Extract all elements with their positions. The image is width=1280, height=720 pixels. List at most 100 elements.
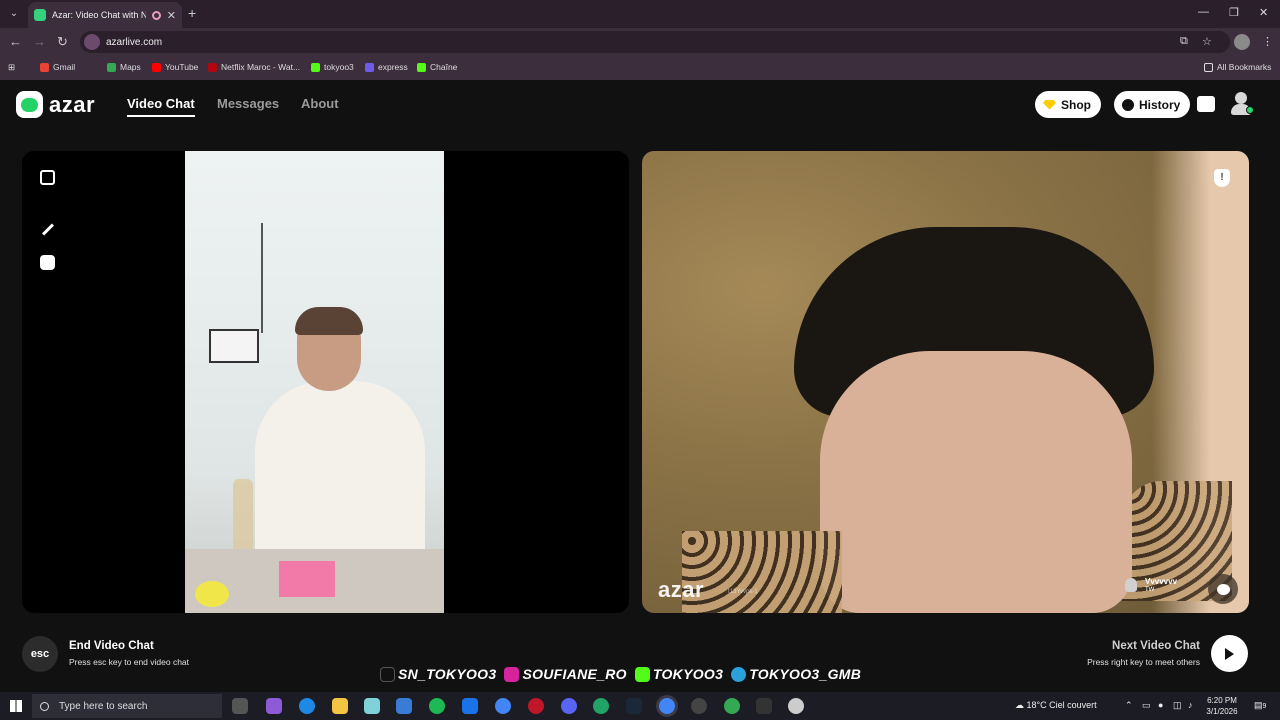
bookmark-tokyoo3[interactable]: tokyoo3 (311, 62, 354, 72)
end-video-chat-hint: Press esc key to end video chat (69, 657, 190, 667)
nav-messages[interactable]: Messages (217, 96, 279, 111)
chrome-active-icon[interactable] (659, 698, 675, 714)
discord-icon[interactable] (561, 698, 577, 714)
azar-logo[interactable]: azar (16, 91, 95, 118)
windows-start-icon[interactable] (10, 700, 22, 712)
bookmark-label: Chaîne (430, 62, 458, 72)
copilot-icon[interactable] (266, 698, 282, 714)
close-window-button[interactable]: ✕ (1259, 6, 1268, 19)
azar-favicon-icon (34, 9, 46, 21)
taskbar-search-field[interactable]: Type here to search (32, 694, 222, 718)
report-shield-icon[interactable]: ! (1214, 169, 1230, 187)
notification-center-icon[interactable]: ▤9 (1254, 700, 1266, 711)
spotify-icon[interactable] (429, 698, 445, 714)
time-text: 6:20 PM (1207, 696, 1237, 705)
restore-button[interactable]: ❐ (1229, 6, 1239, 19)
new-tab-button[interactable]: + (188, 5, 196, 21)
task-view-icon[interactable] (232, 698, 248, 714)
recording-icon (151, 10, 161, 20)
express-icon (365, 62, 374, 72)
kick-handle: TOKYOO3 (634, 666, 724, 682)
chat-button[interactable] (1208, 574, 1238, 604)
peer-profile-tag[interactable]: Vvvvvvv TW (1125, 577, 1177, 593)
watermark-id: t13Yvvpk-1 (728, 589, 758, 595)
minimize-video-icon[interactable] (40, 170, 55, 185)
app-green-icon[interactable] (593, 698, 609, 714)
bookmark-label: express (378, 62, 408, 72)
gem-icon (1043, 99, 1056, 110)
handle-text: TOKYOO3 (652, 666, 724, 682)
bookmark-gmail[interactable]: Gmail (40, 62, 75, 72)
minimize-button[interactable]: — (1198, 6, 1209, 18)
weather-widget[interactable]: ☁ 18°C Ciel couvert (1015, 700, 1097, 711)
next-video-chat-hint: Press right key to meet others (1087, 657, 1200, 667)
shop-button[interactable]: Shop (1035, 91, 1101, 118)
chrome-profile-icon[interactable] (724, 698, 740, 714)
browser-tab[interactable]: Azar: Video Chat with New ✕ (28, 2, 182, 28)
end-video-chat-title: End Video Chat (69, 640, 154, 652)
install-app-icon[interactable]: ⧉ (1180, 35, 1188, 48)
store-app-icon[interactable] (396, 698, 412, 714)
browser-profile-avatar[interactable] (1234, 34, 1250, 50)
browser-menu-icon[interactable]: ⋮ (1262, 35, 1273, 48)
site-info-icon[interactable] (84, 34, 100, 50)
instagram-handle: SOUFIANE_RO (504, 666, 627, 682)
nav-about[interactable]: About (301, 96, 339, 111)
azar-watermark: azar (658, 577, 705, 602)
profile-avatar-icon[interactable] (1230, 92, 1254, 116)
chat-bubble-icon (1216, 583, 1230, 595)
app-dark-icon[interactable] (756, 698, 772, 714)
file-explorer-icon[interactable] (332, 698, 348, 714)
chrome-icon[interactable] (495, 698, 511, 714)
app-red-icon[interactable] (528, 698, 544, 714)
store-icon[interactable] (1197, 96, 1215, 112)
obs-icon[interactable] (691, 698, 707, 714)
app-icon[interactable] (364, 698, 380, 714)
tray-chevron-icon[interactable]: ⌃ (1125, 700, 1133, 711)
forward-button[interactable]: → (33, 34, 46, 49)
bookmark-label: Netflix Maroc - Wat... (221, 62, 301, 72)
maps-icon (107, 62, 116, 72)
tab-search-icon[interactable]: ⌄ (6, 6, 22, 22)
handle-text: TOKYOO3_GMB (749, 666, 862, 682)
bookmark-youtube[interactable]: YouTube (152, 62, 198, 72)
bookmark-maps[interactable]: Maps (107, 62, 141, 72)
all-bookmarks[interactable]: All Bookmarks (1204, 62, 1271, 72)
handle-text: SOUFIANE_RO (522, 666, 627, 682)
magic-wand-effects-icon[interactable] (40, 222, 55, 237)
steam-icon[interactable] (626, 698, 642, 714)
bookmark-netflix[interactable]: Netflix Maroc - Wat... (208, 62, 300, 72)
next-chat-button[interactable] (1211, 635, 1248, 672)
youtube-icon (152, 62, 161, 72)
edge-icon[interactable] (299, 698, 315, 714)
back-button[interactable]: ← (9, 34, 22, 49)
microphone-icon[interactable]: ● (1158, 700, 1163, 710)
bookmark-star-icon[interactable]: ☆ (1202, 35, 1212, 48)
app-light-icon[interactable] (788, 698, 804, 714)
bookmark-chaine[interactable]: Chaîne (417, 62, 457, 72)
azar-page: azar Video Chat Messages About Shop Hist… (0, 80, 1280, 692)
tiktok-icon (380, 666, 395, 682)
history-button[interactable]: History (1114, 91, 1191, 118)
apps-grid-icon[interactable]: ⊞ (8, 62, 15, 73)
url-field[interactable]: azarlive.com (80, 31, 1230, 53)
network-icon[interactable]: ◫ (1173, 700, 1182, 711)
bookmark-label: tokyoo3 (324, 62, 354, 72)
bookmark-label: Gmail (53, 62, 76, 72)
end-chat-button[interactable]: esc (22, 636, 58, 672)
mail-icon[interactable] (462, 698, 478, 714)
close-tab-icon[interactable]: ✕ (167, 9, 176, 22)
tiktok-handle: SN_TOKYOO3 (380, 666, 496, 682)
history-label: History (1139, 97, 1181, 112)
reload-button[interactable]: ↻ (57, 34, 68, 50)
peer-name: Vvvvvvv (1145, 577, 1178, 586)
volume-icon[interactable]: ♪ (1188, 700, 1193, 710)
bookmark-express[interactable]: express (365, 62, 408, 72)
face-filter-icon[interactable] (40, 255, 55, 270)
arrow-right-icon (1225, 647, 1234, 660)
taskbar-clock[interactable]: 6:20 PM 3/1/2026 (1200, 695, 1244, 717)
battery-icon[interactable]: ▭ (1142, 700, 1151, 711)
nav-video-chat[interactable]: Video Chat (127, 96, 195, 117)
date-text: 3/1/2026 (1206, 707, 1238, 716)
tab-title: Azar: Video Chat with New (52, 10, 146, 20)
